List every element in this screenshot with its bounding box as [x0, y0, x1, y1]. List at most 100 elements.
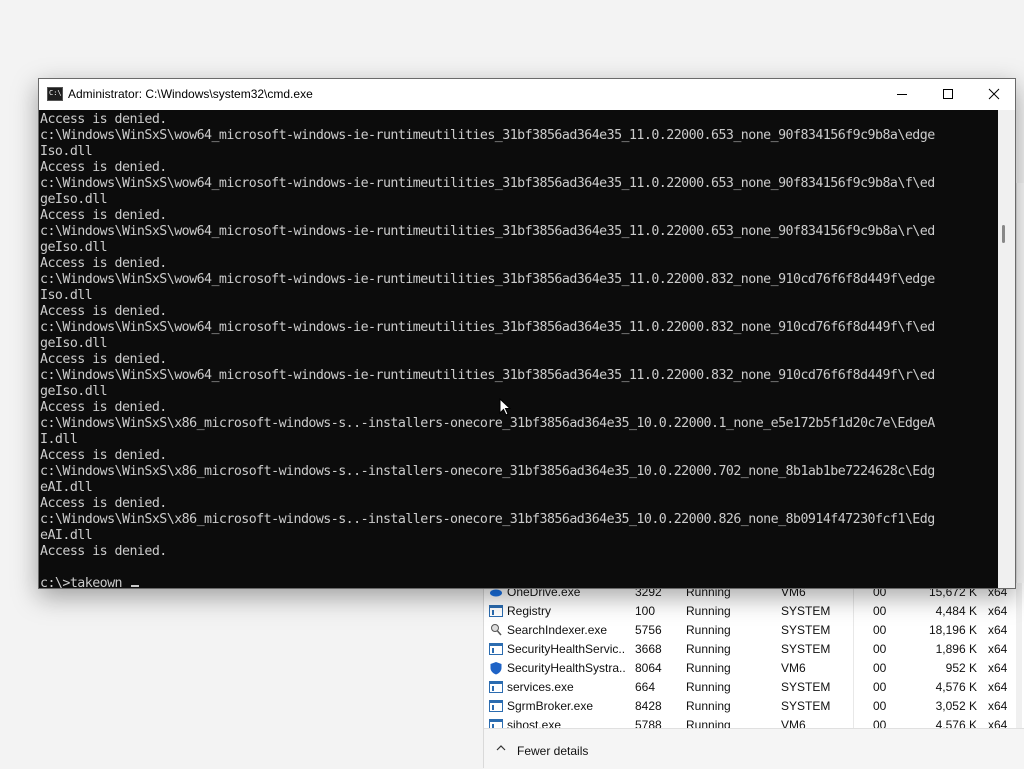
column-separator	[853, 583, 854, 728]
app-icon	[489, 680, 503, 694]
process-pid: 664	[635, 680, 656, 694]
prompt-text: c:\>takeown	[40, 576, 130, 588]
process-memory: 4,484 K	[935, 604, 977, 618]
table-row[interactable]: SecurityHealthSystra... 8064 Running VM6 00 9…	[484, 659, 1024, 678]
app-icon	[489, 642, 503, 656]
cmd-window[interactable]: C:\ Administrator: C:\Windows\system32\c…	[38, 78, 1016, 589]
cmd-app-icon[interactable]: C:\	[47, 87, 63, 101]
table-row[interactable]: SearchIndexer.exe 5756 Running SYSTEM 00 18,1…	[484, 621, 1024, 640]
console-line: Iso.dll	[40, 288, 93, 303]
scrollbar-thumb[interactable]	[1002, 225, 1005, 243]
console-text: Access is denied. c:\Windows\WinSxS\wow64…	[40, 112, 999, 576]
table-row[interactable]: Registry 100 Running SYSTEM 00 4,484 K x64	[484, 602, 1024, 621]
process-pid: 3668	[635, 642, 662, 656]
console-line: Access is denied.	[40, 448, 167, 463]
console-line: Access is denied.	[40, 208, 167, 223]
app-icon	[489, 604, 503, 618]
console-scrollbar[interactable]	[998, 110, 1015, 588]
mouse-pointer-icon	[499, 398, 511, 416]
background-window-edge	[1016, 183, 1024, 583]
console-line: geIso.dll	[40, 336, 108, 351]
process-status: Running	[686, 699, 731, 713]
console-line: c:\Windows\WinSxS\wow64_microsoft-window…	[40, 320, 935, 335]
process-status: Running	[686, 680, 731, 694]
process-arch: x64	[988, 623, 1008, 637]
process-user: SYSTEM	[781, 680, 831, 694]
process-status: Running	[686, 604, 731, 618]
process-cpu: 00	[873, 680, 887, 694]
console-line: c:\Windows\WinSxS\x86_microsoft-windows-…	[40, 512, 935, 527]
console-output[interactable]: Access is denied. c:\Windows\WinSxS\wow64…	[39, 110, 999, 588]
fewer-details-button[interactable]: Fewer details	[517, 744, 588, 758]
process-user: SYSTEM	[781, 642, 831, 656]
process-pid: 5756	[635, 623, 662, 637]
process-pid: 8428	[635, 699, 662, 713]
console-line: Access is denied.	[40, 496, 167, 511]
process-name: SecurityHealthServic...	[507, 642, 625, 656]
process-status: Running	[686, 642, 731, 656]
process-memory: 952 K	[945, 661, 977, 675]
process-name: services.exe	[507, 680, 574, 694]
cmd-icon-text: C:\	[49, 89, 62, 97]
process-user: SYSTEM	[781, 623, 831, 637]
task-manager-footer: Fewer details	[484, 728, 1024, 769]
text-cursor	[131, 585, 140, 587]
process-cpu: 00	[873, 642, 887, 656]
console-line: Access is denied.	[40, 352, 167, 367]
console-line: I.dll	[40, 432, 78, 447]
window-title: Administrator: C:\Windows\system32\cmd.e…	[68, 87, 313, 101]
console-line: geIso.dll	[40, 384, 108, 399]
process-user: SYSTEM	[781, 604, 831, 618]
process-name: SgrmBroker.exe	[507, 699, 594, 713]
process-arch: x64	[988, 661, 1008, 675]
console-line: Access is denied.	[40, 304, 167, 319]
console-line: c:\Windows\WinSxS\wow64_microsoft-window…	[40, 224, 935, 239]
chevron-up-icon[interactable]	[496, 743, 506, 753]
process-name: SearchIndexer.exe	[507, 623, 608, 637]
process-name: Registry	[507, 604, 552, 618]
console-line: Access is denied.	[40, 544, 167, 559]
console-line: eAI.dll	[40, 480, 93, 495]
process-arch: x64	[988, 699, 1008, 713]
search-person-icon	[489, 623, 503, 637]
console-line: c:\Windows\WinSxS\wow64_microsoft-window…	[40, 368, 935, 383]
process-user: SYSTEM	[781, 699, 831, 713]
process-arch: x64	[988, 642, 1008, 656]
command-prompt[interactable]: c:\>takeown	[40, 576, 999, 588]
maximize-button[interactable]	[925, 79, 971, 110]
process-memory: 3,052 K	[935, 699, 977, 713]
console-line: Iso.dll	[40, 144, 93, 159]
app-icon	[489, 699, 503, 713]
title-bar[interactable]: C:\ Administrator: C:\Windows\system32\c…	[39, 79, 1015, 110]
process-arch: x64	[988, 604, 1008, 618]
close-button[interactable]	[971, 79, 1016, 110]
process-cpu: 00	[873, 604, 887, 618]
console-line: Access is denied.	[40, 256, 167, 271]
console-line: geIso.dll	[40, 240, 108, 255]
shield-icon	[489, 661, 503, 675]
process-cpu: 00	[873, 661, 887, 675]
console-line: c:\Windows\WinSxS\wow64_microsoft-window…	[40, 176, 935, 191]
process-memory: 18,196 K	[928, 623, 977, 637]
process-memory: 1,896 K	[935, 642, 977, 656]
process-status: Running	[686, 623, 731, 637]
console-line: Access is denied.	[40, 400, 167, 415]
table-row[interactable]: SgrmBroker.exe 8428 Running SYSTEM 00 3,052 K…	[484, 697, 1024, 716]
process-memory: 4,576 K	[935, 680, 977, 694]
console-line: eAI.dll	[40, 528, 93, 543]
process-name: SecurityHealthSystra...	[507, 661, 625, 675]
console-line: geIso.dll	[40, 192, 108, 207]
process-list-scrollbar[interactable]	[1016, 583, 1022, 728]
console-line: c:\Windows\WinSxS\wow64_microsoft-window…	[40, 272, 935, 287]
console-line: c:\Windows\WinSxS\wow64_microsoft-window…	[40, 128, 935, 143]
process-arch: x64	[988, 680, 1008, 694]
process-cpu: 00	[873, 623, 887, 637]
process-cpu: 00	[873, 699, 887, 713]
minimize-button[interactable]	[879, 79, 925, 110]
process-status: Running	[686, 661, 731, 675]
table-row[interactable]: services.exe 664 Running SYSTEM 00 4,576 K x64	[484, 678, 1024, 697]
console-line: Access is denied.	[40, 112, 167, 127]
console-line: c:\Windows\WinSxS\x86_microsoft-windows-…	[40, 464, 935, 479]
table-row[interactable]: SecurityHealthServic... 3668 Running SYSTEM…	[484, 640, 1024, 659]
